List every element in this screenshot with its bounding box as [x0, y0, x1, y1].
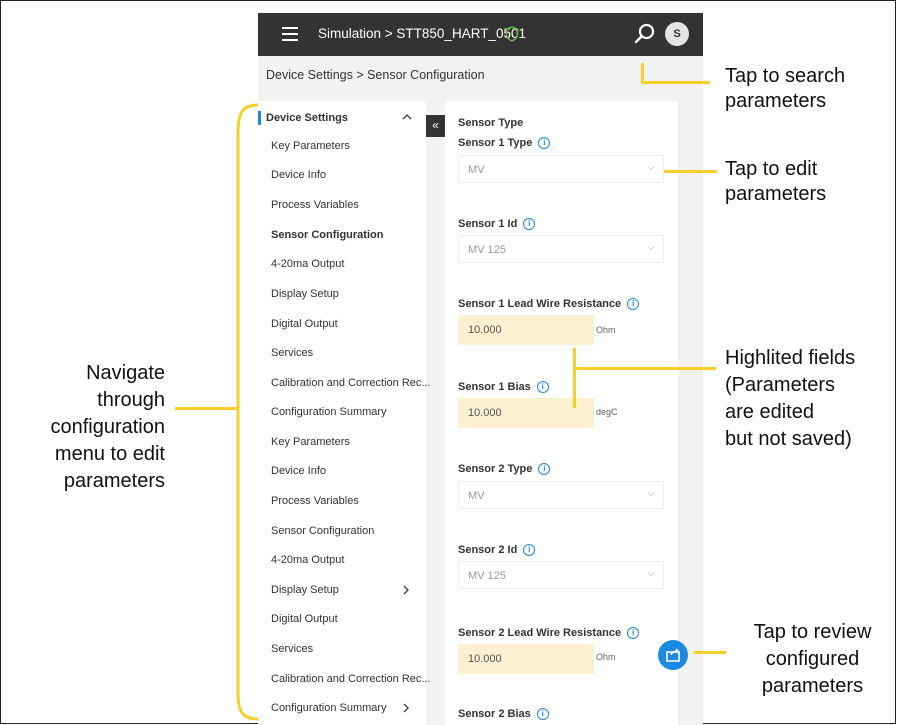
nav-item[interactable]: 4-20ma Output [271, 258, 344, 270]
field-label: Sensor 2 Type i [458, 463, 551, 476]
chevron-up-icon[interactable] [402, 113, 412, 121]
unit-label: Ohm [596, 652, 616, 662]
unit-label: Ohm [596, 325, 616, 335]
callout-line-search [641, 81, 710, 84]
nav-item[interactable]: Key Parameters [271, 140, 350, 152]
unit-label: degC [596, 407, 618, 417]
field-label: Sensor 1 Id i [458, 218, 536, 231]
nav-item[interactable]: Services [271, 347, 313, 359]
sensor-1-type-select[interactable]: MV ⌵ [458, 155, 664, 183]
page-title: Simulation > STT850_HART_0501 [318, 26, 526, 41]
chevron-down-icon: ⌵ [647, 488, 655, 499]
chevron-right-icon[interactable] [402, 703, 410, 713]
nav-item[interactable]: Calibration and Correction Rec... [271, 377, 431, 389]
annotation-edit: Tap to edit parameters [725, 158, 827, 205]
nav-item[interactable]: Display Setup [271, 584, 339, 596]
info-icon[interactable]: i [523, 544, 536, 557]
sensor-configuration-panel: Sensor Type Sensor 1 Type i MV ⌵ Sensor 1 … [445, 101, 678, 725]
nav-item[interactable]: Digital Output [271, 613, 338, 625]
nav-item[interactable]: Calibration and Correction Rec... [271, 673, 431, 685]
callout-line-search [641, 63, 644, 83]
nav-item[interactable]: Device Info [271, 465, 326, 477]
callout-line-highlight [573, 367, 716, 370]
info-icon[interactable]: i [627, 298, 640, 311]
nav-item[interactable]: Sensor Configuration [271, 525, 374, 537]
field-label: Sensor 2 Id i [458, 544, 536, 557]
info-icon[interactable]: i [538, 137, 551, 150]
info-icon[interactable]: i [536, 381, 549, 394]
field-label: Sensor 1 Lead Wire Resistance i [458, 298, 640, 311]
avatar[interactable]: S [665, 22, 689, 46]
nav-header-device-settings[interactable]: Device Settings [266, 112, 348, 124]
nav-item[interactable]: Process Variables [271, 495, 359, 507]
nav-item[interactable]: Configuration Summary [271, 702, 387, 714]
share-icon [666, 648, 680, 662]
annotation-review: Tap to review configured parameters [753, 621, 872, 697]
chevron-down-icon: ⌵ [647, 162, 655, 173]
field-label: Sensor 2 Bias i [458, 708, 549, 721]
info-icon[interactable]: i [627, 627, 640, 640]
field-label: Sensor 2 Lead Wire Resistance i [458, 627, 640, 640]
field-label: Sensor 1 Bias i [458, 381, 549, 394]
chevron-right-icon[interactable] [402, 585, 410, 595]
breadcrumb: Device Settings > Sensor Configuration [266, 68, 485, 82]
sensor-1-lead-resistance-input[interactable]: 10.000 [458, 315, 594, 345]
nav-item[interactable]: Configuration Summary [271, 406, 387, 418]
review-parameters-button[interactable] [658, 640, 688, 670]
sensor-2-id-select[interactable]: MV 125 ⌵ [458, 561, 664, 589]
nav-item[interactable]: Display Setup [271, 288, 339, 300]
annotation-navigate: Navigate through configuration menu to edit… [50, 362, 165, 492]
nav-item-active[interactable]: Sensor Configuration [271, 229, 383, 241]
hamburger-menu-icon[interactable] [282, 27, 298, 41]
sensor-1-id-select[interactable]: MV 125 ⌵ [458, 235, 664, 263]
section-title: Sensor Type [458, 117, 524, 129]
chevron-down-icon: ⌵ [647, 568, 655, 579]
nav-item[interactable]: 4-20ma Output [271, 554, 344, 566]
nav-item[interactable]: Device Info [271, 169, 326, 181]
info-icon[interactable]: i [538, 463, 551, 476]
nav-item[interactable]: Process Variables [271, 199, 359, 211]
field-label: Sensor 1 Type i [458, 137, 551, 150]
collapse-menu-button[interactable]: « [426, 115, 445, 137]
nav-item[interactable]: Key Parameters [271, 436, 350, 448]
chevron-down-icon: ⌵ [647, 242, 655, 253]
shield-icon [505, 26, 519, 42]
configuration-menu: Device Settings Key Parameters Device In… [258, 101, 431, 725]
callout-line-navigate [175, 407, 237, 410]
nav-item[interactable]: Services [271, 643, 313, 655]
callout-brace-navigate [236, 103, 259, 721]
callout-line-edit [664, 170, 717, 173]
annotation-search: Tap to search parameters [725, 65, 846, 112]
top-bar: Simulation > STT850_HART_0501 S [258, 13, 703, 56]
sensor-2-lead-resistance-input[interactable]: 10.000 [458, 644, 594, 674]
callout-line-review [694, 651, 726, 654]
nav-item[interactable]: Digital Output [271, 318, 338, 330]
annotation-highlighted: Highlited fields (Parameters are edited but… [725, 347, 856, 450]
info-icon[interactable]: i [523, 218, 536, 231]
sensor-2-type-select[interactable]: MV ⌵ [458, 481, 664, 509]
info-icon[interactable]: i [536, 708, 549, 721]
search-icon[interactable] [633, 22, 657, 46]
callout-line-highlight [573, 348, 576, 408]
